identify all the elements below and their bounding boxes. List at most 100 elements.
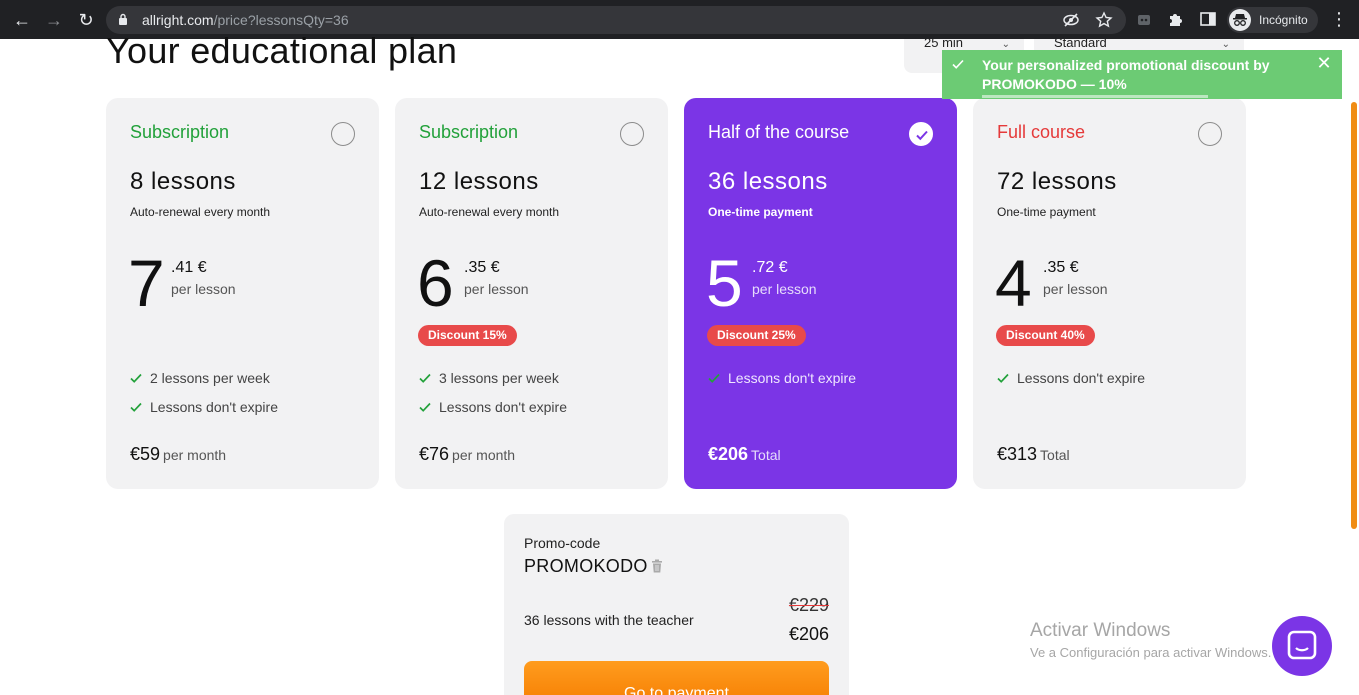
total-suffix: per month	[163, 447, 227, 463]
price-decimal: .72 €	[752, 259, 788, 276]
new-price: €206	[788, 624, 829, 644]
incognito-badge[interactable]: Incógnito	[1227, 7, 1318, 33]
price-integer: 6	[417, 246, 454, 320]
plan-radio[interactable]	[1198, 122, 1222, 146]
plan-radio[interactable]	[620, 122, 644, 146]
old-price: €229	[788, 595, 829, 615]
check-icon	[130, 373, 142, 383]
order-summary: Promo-code PROMOKODO 36 lessons with the…	[504, 514, 849, 695]
trash-icon[interactable]	[651, 559, 663, 573]
feature-item: Lessons don't expire	[708, 370, 856, 399]
lock-icon	[119, 13, 127, 25]
plan-card-12-lessons[interactable]: Subscription 12 lessons Auto-renewal eve…	[395, 98, 668, 489]
feature-text: Lessons don't expire	[728, 370, 856, 386]
windows-watermark-title: Activar Windows	[1030, 620, 1171, 641]
check-icon	[419, 402, 431, 412]
feature-list: 2 lessons per week Lessons don't expire	[130, 370, 278, 428]
duration-value: 25 min	[924, 39, 964, 50]
price-integer: 7	[128, 246, 165, 320]
go-to-payment-button[interactable]: Go to payment	[524, 661, 829, 695]
back-icon[interactable]: ←	[12, 10, 32, 30]
discount-badge: Discount 40%	[996, 325, 1095, 346]
feature-text: Lessons don't expire	[439, 399, 567, 415]
total-suffix: Total	[1040, 447, 1070, 463]
feature-item: Lessons don't expire	[997, 370, 1145, 399]
plan-radio[interactable]	[331, 122, 355, 146]
plan-lessons: 72 lessons	[997, 168, 1117, 195]
plan-total: €59 per month	[130, 444, 226, 465]
plan-payment-type: Auto-renewal every month	[419, 205, 560, 219]
plan-type: Full course	[997, 122, 1086, 142]
total-suffix: per month	[452, 447, 516, 463]
plan-card-36-lessons[interactable]: Half of the course 36 lessons One-time p…	[684, 98, 957, 489]
toast-message: Your personalized promotional discount b…	[982, 57, 1270, 92]
eye-off-icon[interactable]	[1062, 11, 1080, 29]
plan-lessons: 36 lessons	[708, 168, 828, 195]
plan-type: Subscription	[419, 122, 519, 142]
price-decimal: .35 €	[464, 259, 500, 276]
promo-code-label: Promo-code	[524, 535, 601, 551]
plan-total: €313 Total	[997, 444, 1070, 465]
feature-text: Lessons don't expire	[150, 399, 278, 415]
plan-total: €76 per month	[419, 444, 515, 465]
chevron-down-icon: ⌄	[1221, 39, 1230, 50]
plan-payment-type: One-time payment	[997, 205, 1096, 219]
menu-icon[interactable]: ⋮	[1330, 9, 1348, 29]
check-icon	[952, 59, 964, 69]
discount-badge: Discount 25%	[707, 325, 806, 346]
plan-type: Subscription	[130, 122, 230, 142]
scrollbar[interactable]	[1351, 102, 1357, 529]
star-icon[interactable]	[1095, 11, 1113, 29]
price-integer: 4	[995, 246, 1032, 320]
plan-card-72-lessons[interactable]: Full course 72 lessons One-time payment …	[973, 98, 1246, 489]
chat-button[interactable]	[1272, 616, 1332, 676]
feature-item: Lessons don't expire	[419, 399, 567, 428]
close-icon[interactable]: ✕	[1316, 54, 1332, 72]
plan-total: €206 Total	[708, 444, 781, 465]
check-icon	[130, 402, 142, 412]
plan-type: Half of the course	[708, 122, 850, 142]
total-suffix: Total	[751, 447, 781, 463]
promo-code-value: PROMOKODO	[524, 556, 648, 576]
total-amount: €76	[419, 444, 450, 464]
per-lesson-label: per lesson	[1043, 281, 1108, 297]
url-text: allright.com/price?lessonsQty=36	[142, 12, 349, 28]
feature-item: Lessons don't expire	[130, 399, 278, 428]
plan-payment-type: Auto-renewal every month	[130, 205, 271, 219]
forward-icon[interactable]: →	[44, 10, 64, 30]
check-icon	[419, 373, 431, 383]
extension-robot-icon[interactable]	[1135, 10, 1153, 28]
per-lesson-label: per lesson	[752, 281, 817, 297]
toast-progress-bar	[982, 95, 1208, 98]
chevron-down-icon: ⌄	[1001, 39, 1010, 50]
per-lesson-label: per lesson	[464, 281, 529, 297]
incognito-icon	[1229, 9, 1251, 31]
plan-lessons: 8 lessons	[130, 168, 236, 195]
feature-list: Lessons don't expire	[997, 370, 1145, 399]
check-icon	[708, 373, 720, 383]
price-decimal: .35 €	[1043, 259, 1079, 276]
plan-lessons: 12 lessons	[419, 168, 539, 195]
discount-badge: Discount 15%	[418, 325, 517, 346]
feature-list: Lessons don't expire	[708, 370, 856, 399]
reload-icon[interactable]: ↻	[76, 10, 96, 30]
feature-text: Lessons don't expire	[1017, 370, 1145, 386]
feature-list: 3 lessons per week Lessons don't expire	[419, 370, 567, 428]
total-amount: €59	[130, 444, 161, 464]
plan-radio-checked[interactable]	[909, 122, 933, 146]
check-icon	[997, 373, 1009, 383]
side-panel-icon[interactable]	[1199, 10, 1217, 28]
url-host: allright.com	[142, 12, 214, 28]
feature-item: 2 lessons per week	[130, 370, 278, 399]
url-path: /price?lessonsQty=36	[213, 12, 349, 28]
plan-payment-type: One-time payment	[708, 205, 813, 219]
chat-icon	[1287, 630, 1317, 660]
price-decimal: .41 €	[171, 259, 207, 276]
page-title: Your educational plan	[106, 30, 458, 71]
feature-text: 3 lessons per week	[439, 370, 559, 386]
puzzle-icon[interactable]	[1167, 10, 1185, 28]
plan-card-8-lessons[interactable]: Subscription 8 lessons Auto-renewal ever…	[106, 98, 379, 489]
feature-text: 2 lessons per week	[150, 370, 270, 386]
summary-description: 36 lessons with the teacher	[524, 612, 694, 628]
total-amount: €313	[997, 444, 1038, 464]
